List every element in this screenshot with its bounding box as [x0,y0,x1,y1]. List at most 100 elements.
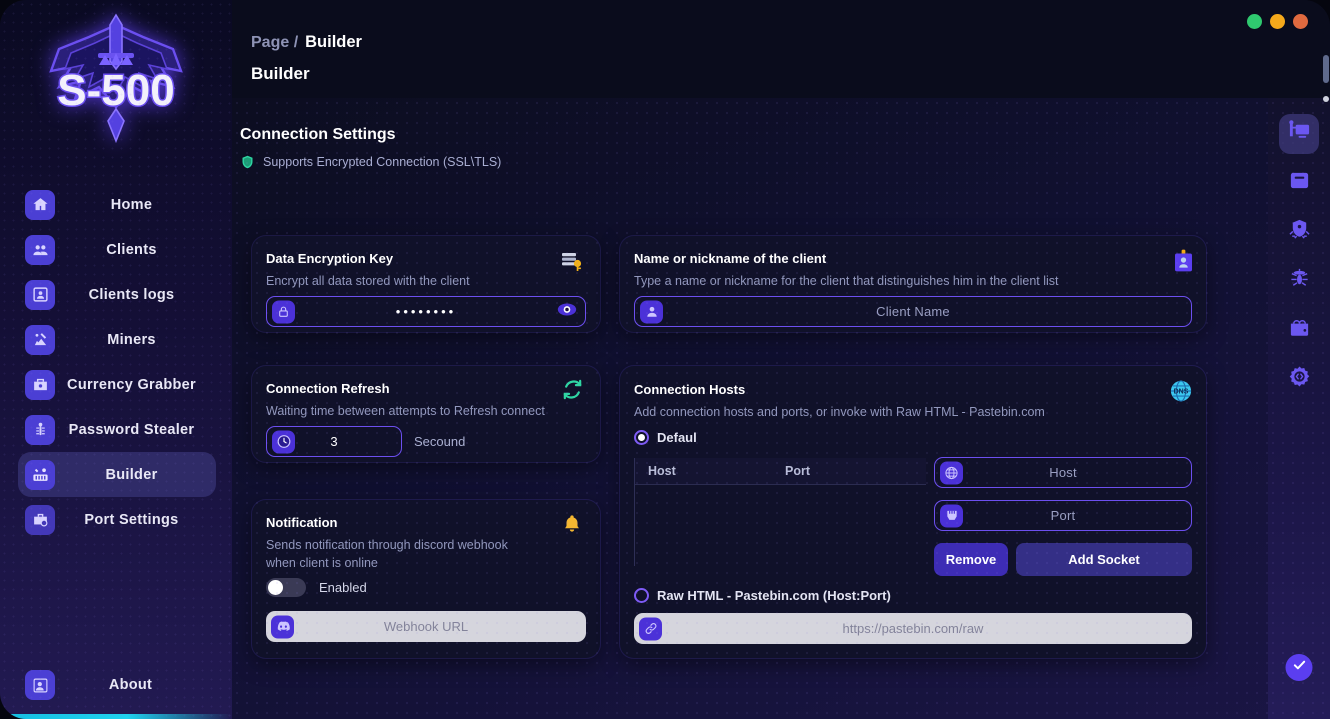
sidebar-item-port-settings[interactable]: Port Settings [18,497,216,542]
mode-raw-radio[interactable] [634,588,649,603]
client-name-card: Name or nickname of the client Type a na… [620,236,1206,332]
sidebar: S-500 Home Clients Clients logs [0,0,232,719]
remove-button[interactable]: Remove [934,543,1008,576]
sidebar-item-label: Password Stealer [55,422,216,438]
scrollbar-thumb-upper[interactable] [1323,55,1329,83]
sidebar-item-miners[interactable]: Miners [18,317,216,362]
mode-default-radio[interactable] [634,430,649,445]
rail-item-connection[interactable] [1279,114,1319,154]
port-input[interactable]: Port [934,500,1192,531]
mode-default-radio-row[interactable]: Defaul [634,430,697,445]
webhook-url-placeholder: Webhook URL [266,619,586,634]
webhook-url-input[interactable]: Webhook URL [266,611,586,642]
refresh-unit-label: Secound [414,434,465,449]
sidebar-item-home[interactable]: Home [18,182,216,227]
sidebar-item-about[interactable]: About [0,663,232,707]
breadcrumb-root[interactable]: Page / [251,34,298,52]
encryption-key-input[interactable]: •••••••• [266,296,586,327]
bell-icon [562,513,582,539]
minimize-button[interactable] [1247,14,1262,29]
about-user-icon [25,670,55,700]
link-icon [639,617,662,640]
logo-text: S-500 [57,66,174,115]
sidebar-item-label: Builder [55,467,216,483]
refresh-seconds-input[interactable]: 3 [266,426,402,457]
client-name-placeholder: Client Name [635,304,1191,319]
hosts-table-header: Host Port [635,458,926,485]
card-description: Add connection hosts and ports, or invok… [634,403,1045,421]
connection-hosts-card: Connection Hosts Add connection hosts an… [620,366,1206,658]
clients-logs-icon [25,280,55,310]
eye-icon[interactable] [557,302,577,321]
sidebar-item-label: About [55,677,214,693]
rail-item-archive[interactable] [1279,163,1319,203]
sidebar-item-password-stealer[interactable]: Password Stealer [18,407,216,452]
add-socket-button[interactable]: Add Socket [1016,543,1192,576]
pastebin-url-input[interactable]: https://pastebin.com/raw [634,613,1192,644]
currency-grabber-icon [25,370,55,400]
content-panel: Connection Settings Supports Encrypted C… [232,98,1330,719]
connection-refresh-card: Connection Refresh Waiting time between … [252,366,600,462]
rail-item-spider[interactable] [1279,261,1319,301]
sidebar-accent-strip [0,714,232,719]
sidebar-item-label: Home [55,197,216,213]
section-title: Connection Settings [240,126,396,144]
section-subtitle-row: Supports Encrypted Connection (SSL\TLS) [240,154,501,170]
card-title: Connection Hosts [634,382,745,397]
archive-box-icon [1288,169,1311,197]
connection-monitor-icon [1288,120,1311,148]
shield-icon [240,154,255,170]
card-title: Name or nickname of the client [634,251,826,266]
refresh-icon[interactable] [561,378,584,406]
scrollbar-thumb-lower[interactable] [1323,96,1329,102]
sidebar-item-label: Currency Grabber [55,377,216,393]
sidebar-item-clients[interactable]: Clients [18,227,216,272]
rail-item-shield[interactable] [1279,212,1319,252]
sidebar-item-label: Clients [55,242,216,258]
right-rail [1268,98,1330,719]
pastebin-url-placeholder: https://pastebin.com/raw [634,621,1192,636]
sidebar-item-label: Port Settings [55,512,216,528]
section-subtitle: Supports Encrypted Connection (SSL\TLS) [263,155,501,169]
port-placeholder: Port [935,508,1191,523]
notification-toggle-label: Enabled [319,580,367,595]
sidebar-item-currency-grabber[interactable]: Currency Grabber [18,362,216,407]
dns-icon [940,461,963,484]
database-key-icon [560,250,584,279]
column-header-port: Port [785,464,810,478]
check-circle-icon [1291,657,1307,678]
maximize-button[interactable] [1270,14,1285,29]
host-input[interactable]: Host [934,457,1192,488]
card-title: Connection Refresh [266,381,390,396]
app-logo: S-500 [0,6,232,152]
mode-raw-radio-row[interactable]: Raw HTML - Pastebin.com (Host:Port) [634,588,891,603]
notification-toggle-row: Enabled [266,578,367,597]
sidebar-item-clients-logs[interactable]: Clients logs [18,272,216,317]
app-window: S-500 Home Clients Clients logs [0,0,1330,719]
hosts-table-body[interactable] [635,485,926,566]
wallet-icon [1288,316,1311,344]
notification-toggle[interactable] [266,578,306,597]
close-button[interactable] [1293,14,1308,29]
miners-icon [25,325,55,355]
main-area: Page / Builder Builder Connection Settin… [232,0,1330,719]
confirm-button[interactable] [1286,654,1313,681]
password-stealer-icon [25,415,55,445]
client-name-input[interactable]: Client Name [634,296,1192,327]
port-settings-icon [25,505,55,535]
clock-icon [272,430,295,453]
card-title: Data Encryption Key [266,251,393,266]
svg-text:DNS: DNS [1174,388,1189,395]
id-badge-icon [1175,249,1192,278]
sidebar-item-builder[interactable]: Builder [18,452,216,497]
hosts-table: Host Port [634,458,926,566]
gear-code-icon [1288,365,1311,393]
lock-icon [272,300,295,323]
rail-item-gear-code[interactable] [1279,359,1319,399]
rail-item-wallet[interactable] [1279,310,1319,350]
builder-icon [25,460,55,490]
sidebar-item-label: Miners [55,332,216,348]
home-icon [25,190,55,220]
breadcrumb: Page / Builder [251,33,362,52]
sidebar-nav: Home Clients Clients logs Miners [0,182,232,542]
